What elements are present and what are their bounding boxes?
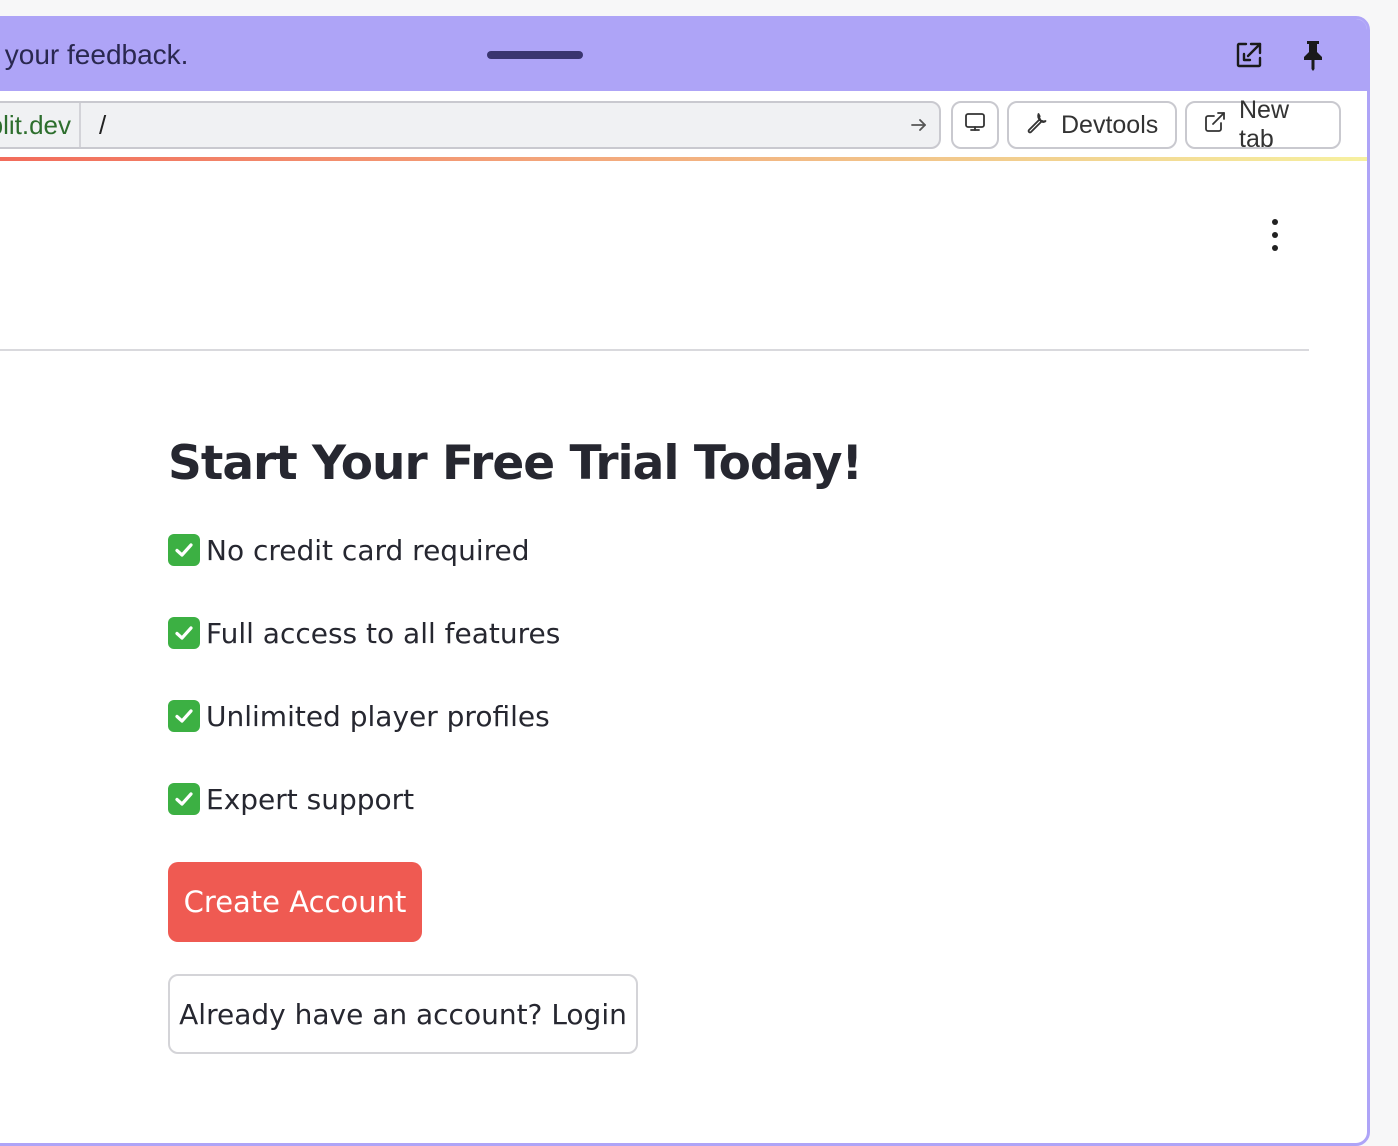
devtools-button[interactable]: Devtools — [1007, 101, 1177, 149]
feature-item: Unlimited player profiles — [168, 696, 1068, 736]
pin-icon[interactable] — [1295, 37, 1331, 73]
outer-background — [1370, 0, 1398, 1122]
login-button[interactable]: Already have an account? Login — [168, 974, 638, 1054]
check-mark-icon — [168, 534, 200, 566]
check-mark-icon — [168, 700, 200, 732]
new-tab-label: New tab — [1239, 96, 1290, 153]
external-link-icon — [1203, 110, 1227, 141]
feature-item: Full access to all features — [168, 613, 1068, 653]
url-input[interactable]: plit.dev / — [0, 101, 941, 149]
url-domain: plit.dev — [0, 103, 81, 147]
feature-text: Unlimited player profiles — [206, 699, 550, 733]
feedback-text: s your feedback. — [0, 39, 189, 70]
arrow-right-icon[interactable] — [899, 115, 939, 135]
create-account-button[interactable]: Create Account — [168, 862, 422, 942]
url-path[interactable]: / — [99, 110, 899, 141]
new-tab-button[interactable]: New tab — [1185, 96, 1341, 153]
check-mark-icon — [168, 617, 200, 649]
trial-section: Start Your Free Trial Today! No credit c… — [168, 436, 1068, 862]
monitor-icon — [963, 110, 987, 141]
check-mark-icon — [168, 783, 200, 815]
header-divider — [0, 349, 1309, 351]
drag-handle[interactable] — [487, 51, 583, 59]
feature-text: No credit card required — [206, 533, 530, 567]
feature-item: Expert support — [168, 779, 1068, 819]
more-options-icon[interactable] — [1263, 217, 1287, 253]
wrench-icon — [1025, 110, 1049, 141]
open-in-window-icon[interactable] — [1231, 37, 1267, 73]
loading-gradient-bar — [0, 157, 1367, 161]
devtools-label: Devtools — [1061, 110, 1159, 139]
screen-size-button[interactable] — [951, 101, 999, 149]
address-bar: plit.dev / Devtools — [0, 91, 1367, 159]
page-title: Start Your Free Trial Today! — [168, 436, 863, 491]
feature-item: No credit card required — [168, 530, 1068, 570]
feature-text: Full access to all features — [206, 616, 561, 650]
feature-list: No credit card required Full access to a… — [168, 530, 1068, 819]
feature-text: Expert support — [206, 782, 415, 816]
panel-topbar[interactable]: s your feedback. — [0, 19, 1367, 91]
